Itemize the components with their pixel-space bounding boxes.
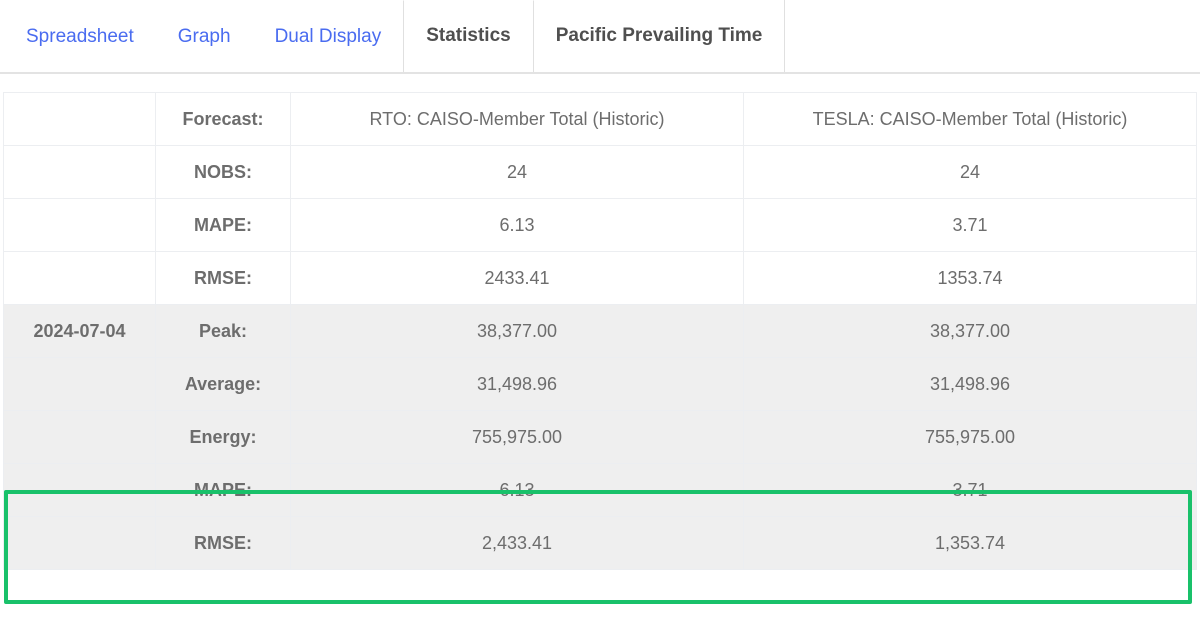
tab-graph[interactable]: Graph (156, 0, 253, 72)
row-col2-cell: 1,353.74 (743, 516, 1197, 570)
row-date-cell (3, 145, 156, 199)
row-metric-cell: Energy: (155, 410, 291, 464)
row-col2-cell: 3.71 (743, 463, 1197, 517)
row-col1-cell: 755,975.00 (290, 410, 744, 464)
row-col2-cell: 3.71 (743, 198, 1197, 252)
row-metric-cell: RMSE: (155, 251, 291, 305)
row-date-cell (3, 198, 156, 252)
table-row: RMSE: 2433.41 1353.74 (3, 251, 1197, 305)
tab-pacific-prevailing-time[interactable]: Pacific Prevailing Time (533, 0, 786, 72)
row-col1-cell: 24 (290, 145, 744, 199)
row-date-cell (3, 410, 156, 464)
row-col2-cell: 755,975.00 (743, 410, 1197, 464)
header-metric-cell: Forecast: (155, 92, 291, 146)
table-row: MAPE: 6.13 3.71 (3, 198, 1197, 252)
row-col1-cell: 6.13 (290, 463, 744, 517)
row-date-cell (3, 516, 156, 570)
row-col2-cell: 31,498.96 (743, 357, 1197, 411)
row-col1-cell: 6.13 (290, 198, 744, 252)
table-header-row: Forecast: RTO: CAISO-Member Total (Histor… (3, 92, 1197, 146)
row-date-cell (3, 357, 156, 411)
row-col2-cell: 1353.74 (743, 251, 1197, 305)
table-row: MAPE: 6.13 3.71 (3, 463, 1197, 517)
row-col2-cell: 24 (743, 145, 1197, 199)
row-col1-cell: 2433.41 (290, 251, 744, 305)
statistics-table-body: Forecast: RTO: CAISO-Member Total (Histor… (3, 92, 1197, 570)
header-col2-cell: TESLA: CAISO-Member Total (Historic) (743, 92, 1197, 146)
row-col1-cell: 2,433.41 (290, 516, 744, 570)
table-row: NOBS: 24 24 (3, 145, 1197, 199)
row-metric-cell: NOBS: (155, 145, 291, 199)
row-date-cell (3, 463, 156, 517)
row-metric-cell: MAPE: (155, 198, 291, 252)
row-metric-cell: RMSE: (155, 516, 291, 570)
row-metric-cell: Peak: (155, 304, 291, 358)
row-col2-cell: 38,377.00 (743, 304, 1197, 358)
table-row: 2024-07-04 Peak: 38,377.00 38,377.00 (3, 304, 1197, 358)
statistics-table: Forecast: RTO: CAISO-Member Total (Histor… (3, 92, 1197, 570)
header-date-cell (3, 92, 156, 146)
row-col1-cell: 31,498.96 (290, 357, 744, 411)
row-col1-cell: 38,377.00 (290, 304, 744, 358)
tab-dual-display[interactable]: Dual Display (253, 0, 404, 72)
header-col1-cell: RTO: CAISO-Member Total (Historic) (290, 92, 744, 146)
row-metric-cell: Average: (155, 357, 291, 411)
statistics-table-container: Forecast: RTO: CAISO-Member Total (Histor… (3, 92, 1197, 570)
table-row: Average: 31,498.96 31,498.96 (3, 357, 1197, 411)
row-metric-cell: MAPE: (155, 463, 291, 517)
row-date-cell: 2024-07-04 (3, 304, 156, 358)
tab-bar: Spreadsheet Graph Dual Display Statistic… (0, 0, 1200, 74)
tab-statistics[interactable]: Statistics (403, 0, 534, 72)
row-date-cell (3, 251, 156, 305)
tab-spreadsheet[interactable]: Spreadsheet (4, 0, 156, 72)
table-row: RMSE: 2,433.41 1,353.74 (3, 516, 1197, 570)
table-row: Energy: 755,975.00 755,975.00 (3, 410, 1197, 464)
